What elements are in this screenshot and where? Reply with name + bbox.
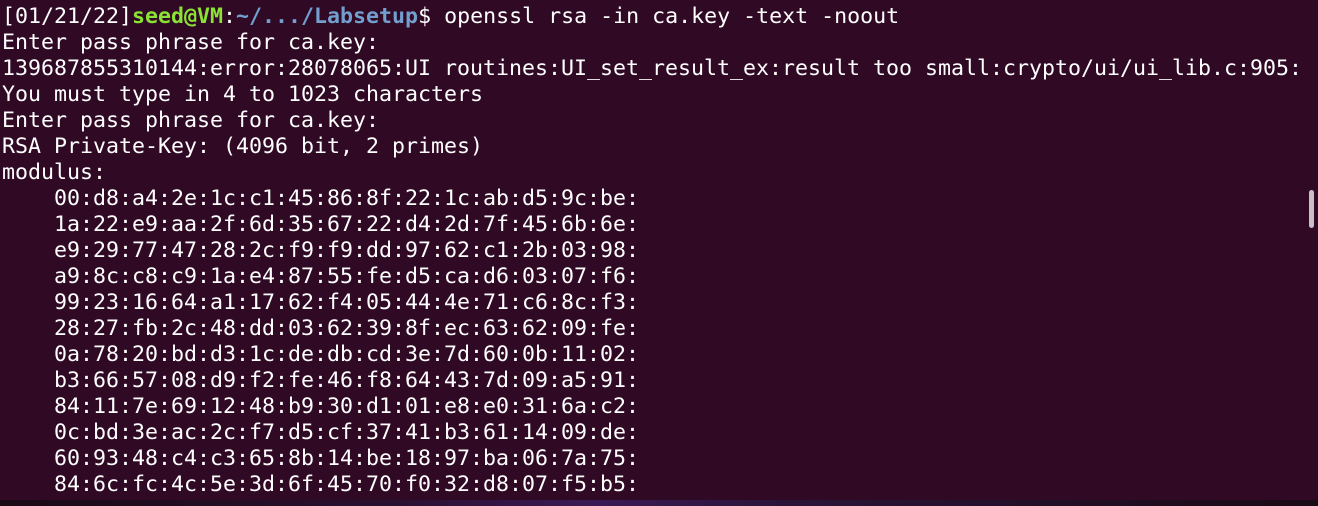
scrollbar-thumb[interactable] (1309, 190, 1314, 228)
command-text: openssl rsa -in ca.key -text -noout (431, 4, 900, 29)
output-line: 139687855310144:error:28078065:UI routin… (2, 56, 1303, 81)
output-line: RSA Private-Key: (4096 bit, 2 primes) (2, 134, 484, 159)
output-line: Enter pass phrase for ca.key: (2, 30, 380, 55)
output-line: You must type in 4 to 1023 characters (2, 82, 484, 107)
output-line: modulus: (2, 160, 107, 185)
modulus-line: 84:11:7e:69:12:48:b9:30:d1:01:e8:e0:31:6… (54, 394, 640, 419)
terminal-window[interactable]: [01/21/22]seed@VM:~/.../Labsetup$ openss… (0, 0, 1318, 506)
modulus-line: b3:66:57:08:d9:f2:fe:46:f8:64:43:7d:09:a… (54, 368, 640, 393)
terminal-output: [01/21/22]seed@VM:~/.../Labsetup$ openss… (2, 4, 1318, 498)
modulus-line: 28:27:fb:2c:48:dd:03:62:39:8f:ec:63:62:0… (54, 316, 640, 341)
modulus-line: 1a:22:e9:aa:2f:6d:35:67:22:d4:2d:7f:45:6… (54, 212, 640, 237)
prompt-dollar: $ (418, 4, 432, 29)
modulus-line: 00:d8:a4:2e:1c:c1:45:86:8f:22:1c:ab:d5:9… (54, 186, 640, 211)
prompt-user-host: seed@VM (132, 4, 224, 29)
command-prompt-line: [01/21/22]seed@VM:~/.../Labsetup$ openss… (2, 4, 1318, 30)
modulus-line: 99:23:16:64:a1:17:62:f4:05:44:4e:71:c6:8… (54, 290, 640, 315)
modulus-line: 0a:78:20:bd:d3:1c:de:db:cd:3e:7d:60:0b:1… (54, 342, 640, 367)
modulus-line: a9:8c:c8:c9:1a:e4:87:55:fe:d5:ca:d6:03:0… (54, 264, 640, 289)
modulus-line: 60:93:48:c4:c3:65:8b:14:be:18:97:ba:06:7… (54, 446, 640, 471)
desktop-background-strip (0, 500, 1318, 506)
modulus-line: e9:29:77:47:28:2c:f9:f9:dd:97:62:c1:2b:0… (54, 238, 640, 263)
prompt-path: ~/.../Labsetup (236, 4, 419, 29)
output-line: Enter pass phrase for ca.key: (2, 108, 380, 133)
prompt-date: [01/21/22] (2, 4, 133, 29)
prompt-colon: : (223, 4, 237, 29)
modulus-line: 84:6c:fc:4c:5e:3d:6f:45:70:f0:32:d8:07:f… (54, 472, 640, 497)
modulus-line: 0c:bd:3e:ac:2c:f7:d5:cf:37:41:b3:61:14:0… (54, 420, 640, 445)
